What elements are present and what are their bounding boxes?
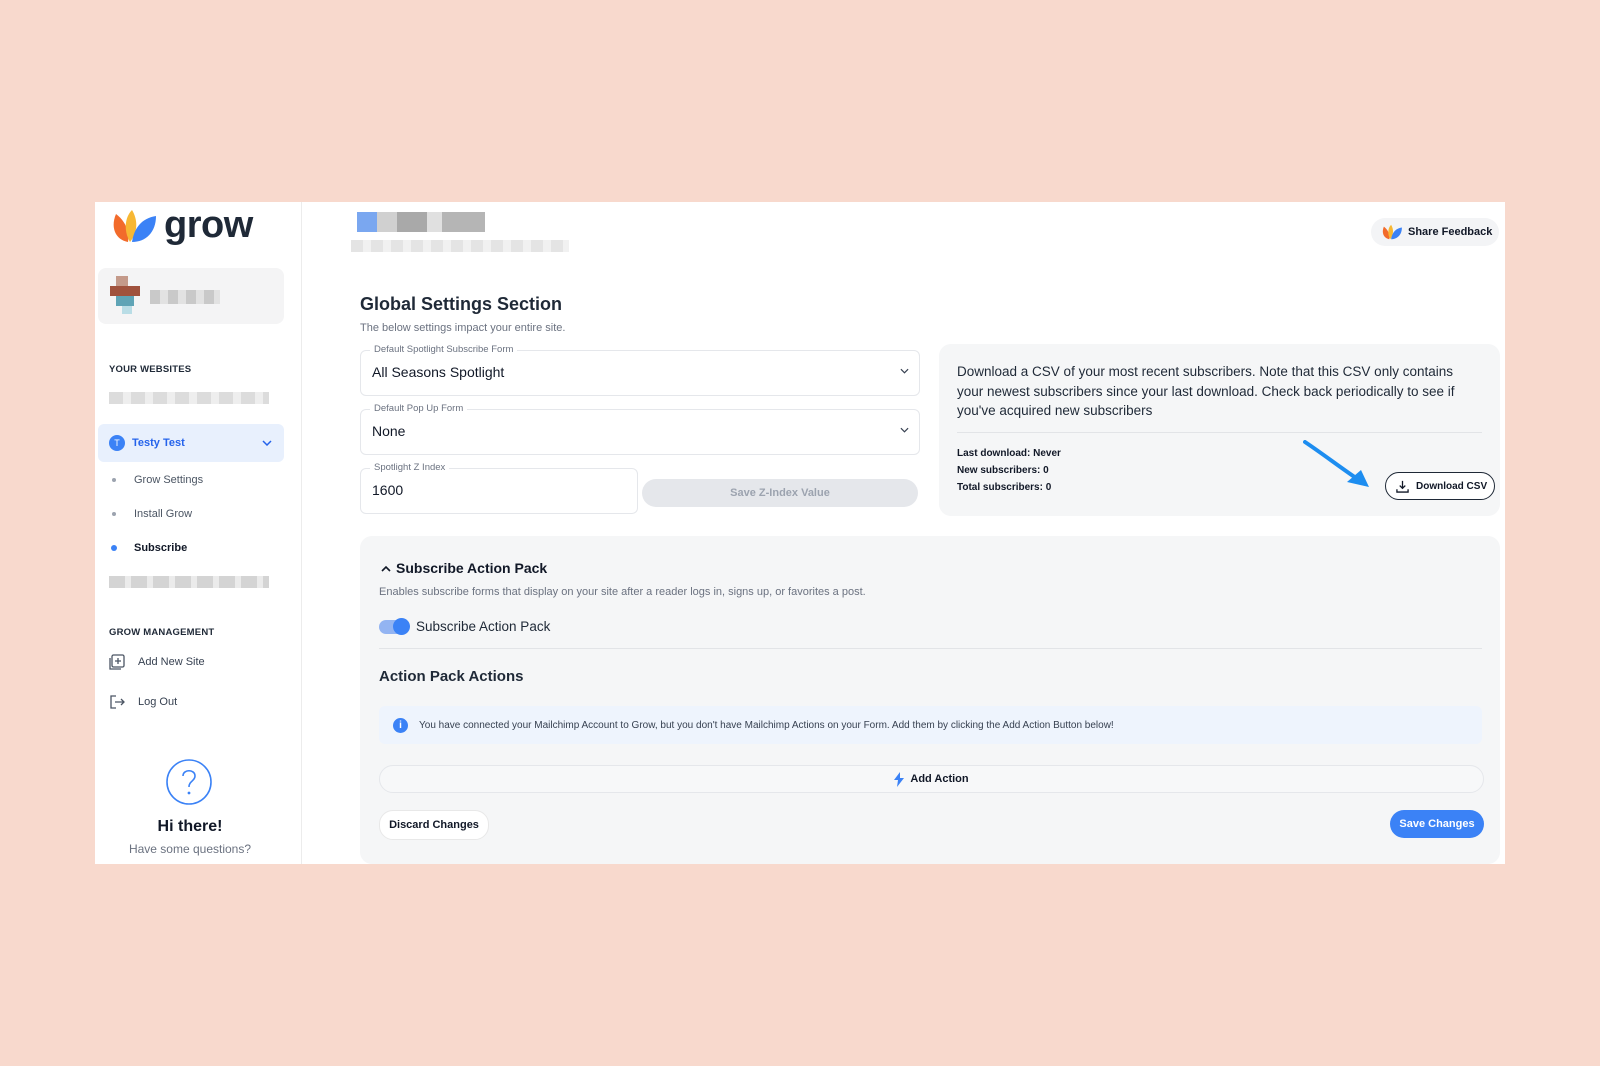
action-pack-title: Subscribe Action Pack — [396, 560, 548, 576]
add-action-button[interactable]: Add Action — [379, 765, 1484, 793]
field-label: Spotlight Z Index — [370, 462, 450, 473]
chevron-up-icon — [381, 565, 391, 572]
field-value: 1600 — [372, 482, 404, 498]
bullet-icon — [112, 478, 116, 482]
sidebar-site-testy-test[interactable]: T Testy Test — [98, 424, 284, 462]
action-pack-description: Enables subscribe forms that display on … — [379, 586, 866, 598]
grow-logo[interactable]: grow — [110, 204, 253, 247]
app-window: grow YOUR WEBSITES T Testy Test Grow Set… — [95, 202, 1505, 864]
sidebar-item-label: Subscribe — [134, 542, 188, 554]
z-index-input[interactable]: Spotlight Z Index 1600 — [360, 462, 638, 514]
redacted-site[interactable] — [109, 392, 269, 404]
site-initial-badge: T — [109, 435, 125, 451]
divider — [957, 432, 1482, 433]
logout-icon — [110, 695, 125, 709]
info-banner: i You have connected your Mailchimp Acco… — [379, 706, 1482, 744]
site-name: Testy Test — [132, 437, 185, 449]
user-name-redacted — [150, 290, 220, 304]
share-feedback-label: Share Feedback — [1408, 226, 1493, 238]
action-pack-header[interactable]: Subscribe Action Pack — [381, 560, 547, 576]
sidebar-item-label: Install Grow — [134, 508, 193, 520]
chevron-down-icon — [900, 427, 909, 433]
add-site-icon — [109, 654, 125, 670]
save-changes-button[interactable]: Save Changes — [1390, 810, 1484, 838]
sidebar-item-subscribe[interactable]: Subscribe — [109, 542, 187, 554]
site-url-redacted — [351, 240, 569, 252]
avatar — [110, 276, 140, 316]
sidebar-item-label: Grow Settings — [134, 474, 204, 486]
new-subscribers-stat: New subscribers: 0 — [957, 465, 1049, 476]
page-title: Global Settings Section — [360, 294, 563, 314]
sidebar-item-grow-settings[interactable]: Grow Settings — [109, 474, 203, 486]
redacted-site[interactable] — [109, 576, 269, 588]
log-out-link[interactable]: Log Out — [109, 694, 177, 710]
action-pack-card: Subscribe Action Pack Enables subscribe … — [360, 536, 1500, 864]
help-subtitle: Have some questions? — [128, 842, 252, 856]
last-download-stat: Last download: Never — [957, 448, 1061, 459]
help-title: Hi there! — [157, 818, 223, 835]
action-pack-actions-title: Action Pack Actions — [379, 668, 524, 685]
brand-name: grow — [164, 204, 253, 246]
field-value: All Seasons Spotlight — [372, 364, 505, 380]
log-out-label: Log Out — [138, 696, 178, 708]
add-action-label: Add Action — [910, 773, 969, 785]
question-circle-icon — [166, 759, 212, 805]
share-feedback-button[interactable]: Share Feedback — [1371, 218, 1499, 246]
spotlight-form-select[interactable]: Default Spotlight Subscribe Form All Sea… — [360, 344, 920, 396]
toggle-knob — [393, 618, 410, 635]
info-icon: i — [393, 717, 408, 733]
user-card[interactable] — [98, 268, 284, 324]
grow-leaf-icon — [1382, 224, 1402, 240]
save-z-index-button[interactable]: Save Z-Index Value — [642, 479, 918, 507]
toggle-label: Subscribe Action Pack — [416, 619, 551, 634]
active-bullet-icon — [111, 545, 117, 551]
annotation-arrow-icon — [1303, 440, 1369, 487]
grow-leaf-icon — [113, 209, 156, 242]
chevron-down-icon — [262, 440, 272, 446]
divider — [379, 648, 1482, 649]
field-value: None — [372, 423, 406, 439]
page-description: The below settings impact your entire si… — [360, 322, 566, 334]
discard-changes-button[interactable]: Discard Changes — [379, 810, 489, 840]
lightning-icon — [894, 771, 905, 787]
download-icon — [1396, 480, 1409, 493]
total-subscribers-stat: Total subscribers: 0 — [957, 482, 1052, 493]
add-new-site-label: Add New Site — [138, 656, 205, 668]
subscribe-action-pack-toggle[interactable] — [379, 618, 410, 635]
grow-management-label: GROW MANAGEMENT — [109, 627, 215, 638]
csv-description: Download a CSV of your most recent subsc… — [957, 364, 1455, 418]
info-message: You have connected your Mailchimp Accoun… — [419, 719, 1114, 731]
bullet-icon — [112, 512, 116, 516]
csv-download-card: Download a CSV of your most recent subsc… — [939, 344, 1500, 516]
field-label: Default Spotlight Subscribe Form — [370, 344, 518, 355]
chevron-down-icon — [900, 368, 909, 374]
download-csv-label: Download CSV — [1416, 480, 1488, 492]
sidebar: grow YOUR WEBSITES T Testy Test Grow Set… — [95, 202, 302, 864]
add-new-site-link[interactable]: Add New Site — [109, 654, 205, 670]
your-websites-label: YOUR WEBSITES — [109, 364, 192, 375]
popup-form-select[interactable]: Default Pop Up Form None — [360, 403, 920, 455]
download-csv-button[interactable]: Download CSV — [1385, 472, 1495, 500]
field-label: Default Pop Up Form — [370, 403, 468, 414]
sidebar-item-install-grow[interactable]: Install Grow — [109, 508, 192, 520]
site-title-redacted — [357, 212, 485, 232]
